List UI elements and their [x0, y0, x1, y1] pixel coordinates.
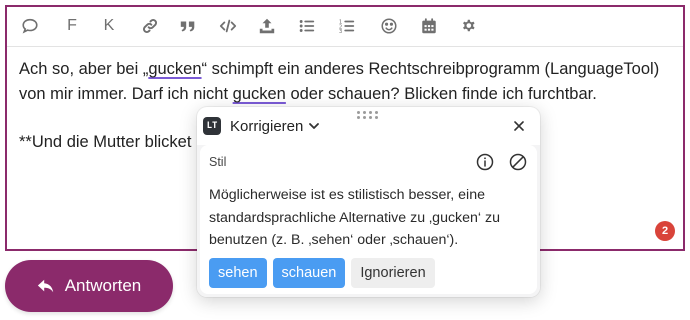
- link-icon[interactable]: [137, 13, 163, 39]
- formatting-toolbar: F K 123: [7, 7, 683, 47]
- category-label: Stil: [209, 155, 227, 169]
- info-icon[interactable]: [476, 153, 494, 171]
- languagetool-error-count-badge[interactable]: 2: [655, 221, 675, 241]
- flagged-word[interactable]: gucken: [148, 60, 201, 78]
- speech-bubble-icon[interactable]: [17, 13, 43, 39]
- emoji-icon[interactable]: [376, 13, 402, 39]
- bulleted-list-icon[interactable]: [294, 13, 320, 39]
- text-run: oder schauen? Blicken finde ich furchtba…: [285, 85, 597, 103]
- paragraph-1: Ach so, aber bei „gucken“ schimpft ein a…: [19, 57, 669, 107]
- blockquote-icon[interactable]: [175, 13, 201, 39]
- bold-button[interactable]: F: [59, 13, 85, 39]
- close-icon[interactable]: [510, 117, 528, 135]
- gear-icon[interactable]: [456, 13, 482, 39]
- chevron-down-icon[interactable]: [307, 119, 321, 133]
- reply-button[interactable]: Antworten: [5, 260, 173, 312]
- italic-button[interactable]: K: [96, 13, 122, 39]
- code-icon[interactable]: [215, 13, 241, 39]
- languagetool-correction-popup: LT Korrigieren Stil Möglicherweise ist e…: [197, 107, 540, 297]
- suggestion-card: Stil Möglicherweise ist es stilistisch b…: [200, 145, 537, 294]
- languagetool-logo-icon: LT: [203, 117, 221, 135]
- suggestion-message: Möglicherweise ist es stilistisch besser…: [209, 187, 501, 248]
- suggestion-schauen-button[interactable]: schauen: [272, 258, 346, 288]
- bold-label: F: [67, 17, 77, 34]
- reply-arrow-icon: [37, 279, 53, 293]
- popup-header: LT Korrigieren: [197, 107, 540, 145]
- reply-button-label: Antworten: [64, 276, 142, 295]
- popup-title[interactable]: Korrigieren: [230, 118, 303, 135]
- numbered-list-icon[interactable]: 123: [334, 13, 360, 39]
- italic-label: K: [103, 17, 115, 34]
- calendar-icon[interactable]: [416, 13, 442, 39]
- disable-rule-icon[interactable]: [509, 153, 527, 171]
- text-run: Ach so, aber bei „: [19, 60, 149, 78]
- svg-text:3: 3: [339, 29, 342, 35]
- flagged-word[interactable]: gucken: [233, 85, 286, 103]
- suggestion-sehen-button[interactable]: sehen: [209, 258, 267, 288]
- upload-icon[interactable]: [254, 13, 280, 39]
- ignore-button[interactable]: Ignorieren: [351, 258, 435, 288]
- suggestion-actions: sehen schauen Ignorieren: [209, 258, 435, 288]
